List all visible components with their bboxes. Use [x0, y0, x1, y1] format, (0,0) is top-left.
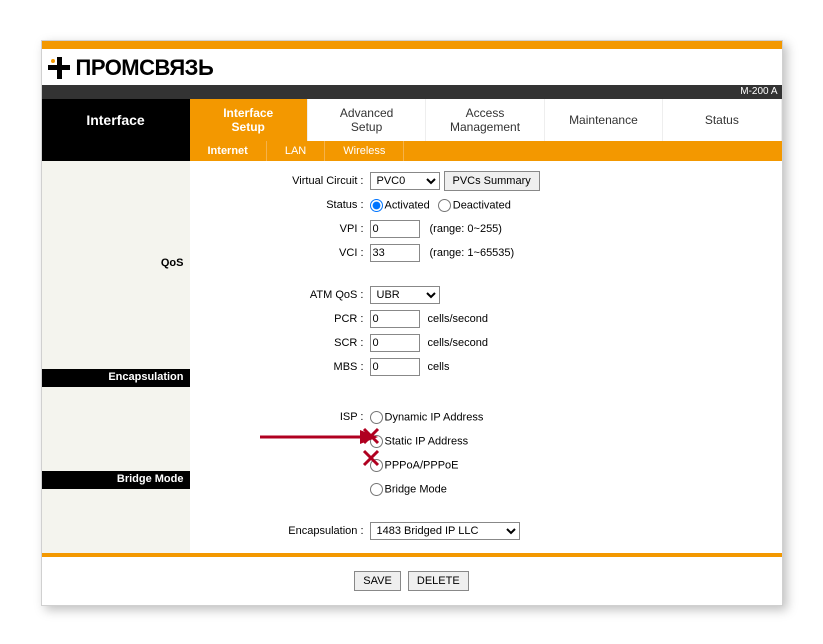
radio-activated-wrap[interactable]: Activated	[370, 199, 430, 212]
save-button[interactable]: SAVE	[354, 571, 401, 591]
main-tabs: Interface Interface Setup Advanced Setup…	[42, 99, 782, 141]
radio-dynip-label: Dynamic IP Address	[385, 411, 484, 423]
radio-staticip[interactable]	[370, 435, 383, 448]
input-pcr[interactable]	[370, 310, 420, 328]
tab-status[interactable]: Status	[663, 99, 781, 141]
brand-text: ПРОМСВЯЗЬ	[76, 55, 214, 81]
section-qos: QoS	[161, 257, 184, 269]
radio-deactivated-wrap[interactable]: Deactivated	[438, 199, 511, 212]
side-column: QoS Encapsulation Bridge Mode	[42, 161, 190, 553]
logo-row: ПРОМСВЯЗЬ	[42, 49, 782, 85]
radio-pppoa[interactable]	[370, 459, 383, 472]
radio-staticip-wrap[interactable]: Static IP Address	[370, 435, 469, 448]
section-bridge-mode: Bridge Mode	[117, 473, 184, 485]
footer-buttons: SAVE DELETE	[42, 557, 782, 605]
radio-pppoa-label: PPPoA/PPPoE	[385, 459, 459, 471]
label-vci: VCI :	[200, 247, 370, 259]
delete-button[interactable]: DELETE	[408, 571, 469, 591]
tab-maintenance[interactable]: Maintenance	[545, 99, 663, 141]
label-mbs: MBS :	[200, 361, 370, 373]
radio-dynip-wrap[interactable]: Dynamic IP Address	[370, 411, 484, 424]
radio-pppoa-wrap[interactable]: PPPoA/PPPoE	[370, 459, 459, 472]
radio-activated-label: Activated	[385, 199, 430, 211]
range-vpi: (range: 0~255)	[430, 223, 502, 235]
subtab-wireless[interactable]: Wireless	[325, 141, 404, 161]
subtab-lan[interactable]: LAN	[267, 141, 325, 161]
content-area: QoS Encapsulation Bridge Mode Virtual Ci…	[42, 161, 782, 553]
router-admin-window: ПРОМСВЯЗЬ M-200 A Interface Interface Se…	[41, 40, 783, 606]
label-scr: SCR :	[200, 337, 370, 349]
unit-mbs: cells	[428, 361, 450, 373]
tab-interface-setup[interactable]: Interface Setup	[190, 99, 308, 141]
select-atm-qos[interactable]: UBR	[370, 286, 440, 304]
model-bar: M-200 A	[42, 85, 782, 99]
radio-deactivated-label: Deactivated	[453, 199, 511, 211]
input-mbs[interactable]	[370, 358, 420, 376]
radio-activated[interactable]	[370, 199, 383, 212]
main-column: Virtual Circuit : PVC0 PVCs Summary Stat…	[190, 161, 782, 553]
radio-bridge-wrap[interactable]: Bridge Mode	[370, 483, 447, 496]
input-scr[interactable]	[370, 334, 420, 352]
radio-deactivated[interactable]	[438, 199, 451, 212]
unit-pcr: cells/second	[428, 313, 489, 325]
range-vci: (range: 1~65535)	[430, 247, 515, 259]
side-title: Interface	[42, 99, 190, 141]
label-encapsulation: Encapsulation :	[200, 525, 370, 537]
unit-scr: cells/second	[428, 337, 489, 349]
top-accent-bar	[42, 41, 782, 49]
tab-advanced-setup[interactable]: Advanced Setup	[308, 99, 426, 141]
label-isp: ISP :	[200, 411, 370, 423]
subtab-spacer	[42, 141, 190, 161]
section-encapsulation: Encapsulation	[108, 371, 183, 383]
radio-dynip[interactable]	[370, 411, 383, 424]
pvcs-summary-button[interactable]: PVCs Summary	[444, 171, 540, 191]
label-pcr: PCR :	[200, 313, 370, 325]
select-encapsulation[interactable]: 1483 Bridged IP LLC	[370, 522, 520, 540]
radio-staticip-label: Static IP Address	[385, 435, 469, 447]
input-vci[interactable]	[370, 244, 420, 262]
select-virtual-circuit[interactable]: PVC0	[370, 172, 440, 190]
subtab-internet[interactable]: Internet	[190, 141, 267, 161]
label-status: Status :	[200, 199, 370, 211]
sub-tabs: Internet LAN Wireless	[42, 141, 782, 161]
label-vpi: VPI :	[200, 223, 370, 235]
radio-bridge[interactable]	[370, 483, 383, 496]
model-text: M-200 A	[740, 86, 777, 97]
logo-icon	[46, 55, 72, 81]
radio-bridge-label: Bridge Mode	[385, 483, 447, 495]
tab-access-management[interactable]: Access Management	[426, 99, 544, 141]
input-vpi[interactable]	[370, 220, 420, 238]
label-atm-qos: ATM QoS :	[200, 289, 370, 301]
label-virtual-circuit: Virtual Circuit :	[200, 175, 370, 187]
